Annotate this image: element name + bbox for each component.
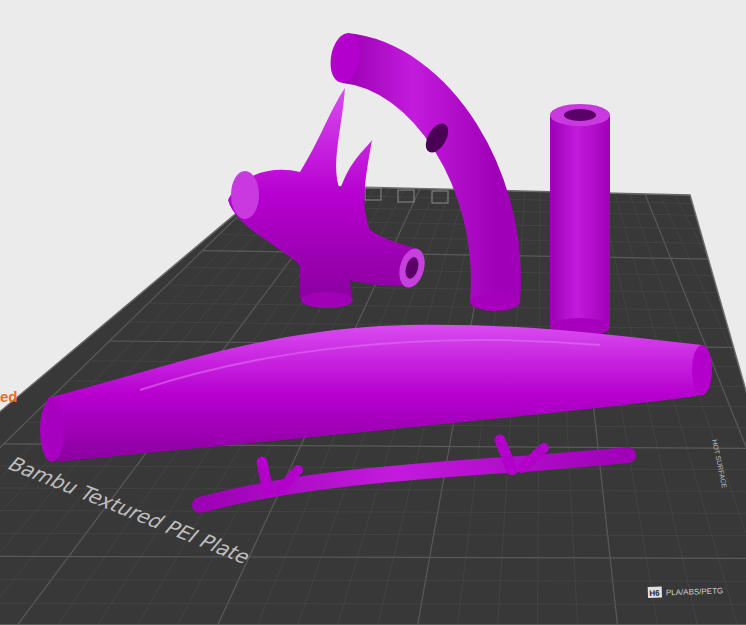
straight-tube-part[interactable] bbox=[550, 104, 610, 336]
down-tube-part[interactable] bbox=[40, 325, 712, 462]
plate-filament-label: H6 PLA/ABS/PETG bbox=[648, 584, 724, 598]
svg-text:PLA/ABS/PETG: PLA/ABS/PETG bbox=[666, 586, 724, 597]
svg-text:H6: H6 bbox=[649, 589, 660, 598]
svg-text:HOT SURFACE: HOT SURFACE bbox=[711, 439, 728, 489]
brace-part[interactable] bbox=[200, 440, 628, 505]
3d-viewport[interactable]: ed Bambu Textured PEI Plate HOT SURFACE H6 P… bbox=[0, 0, 746, 625]
plate-warning-label: HOT SURFACE bbox=[711, 439, 728, 489]
plate-logo: ed bbox=[0, 388, 18, 405]
plate-center-icons bbox=[365, 188, 448, 203]
lug-part[interactable] bbox=[228, 88, 429, 308]
build-plate-scene[interactable]: ed Bambu Textured PEI Plate HOT SURFACE H6 P… bbox=[0, 0, 746, 625]
plate-name: Bambu Textured PEI Plate bbox=[3, 453, 257, 568]
